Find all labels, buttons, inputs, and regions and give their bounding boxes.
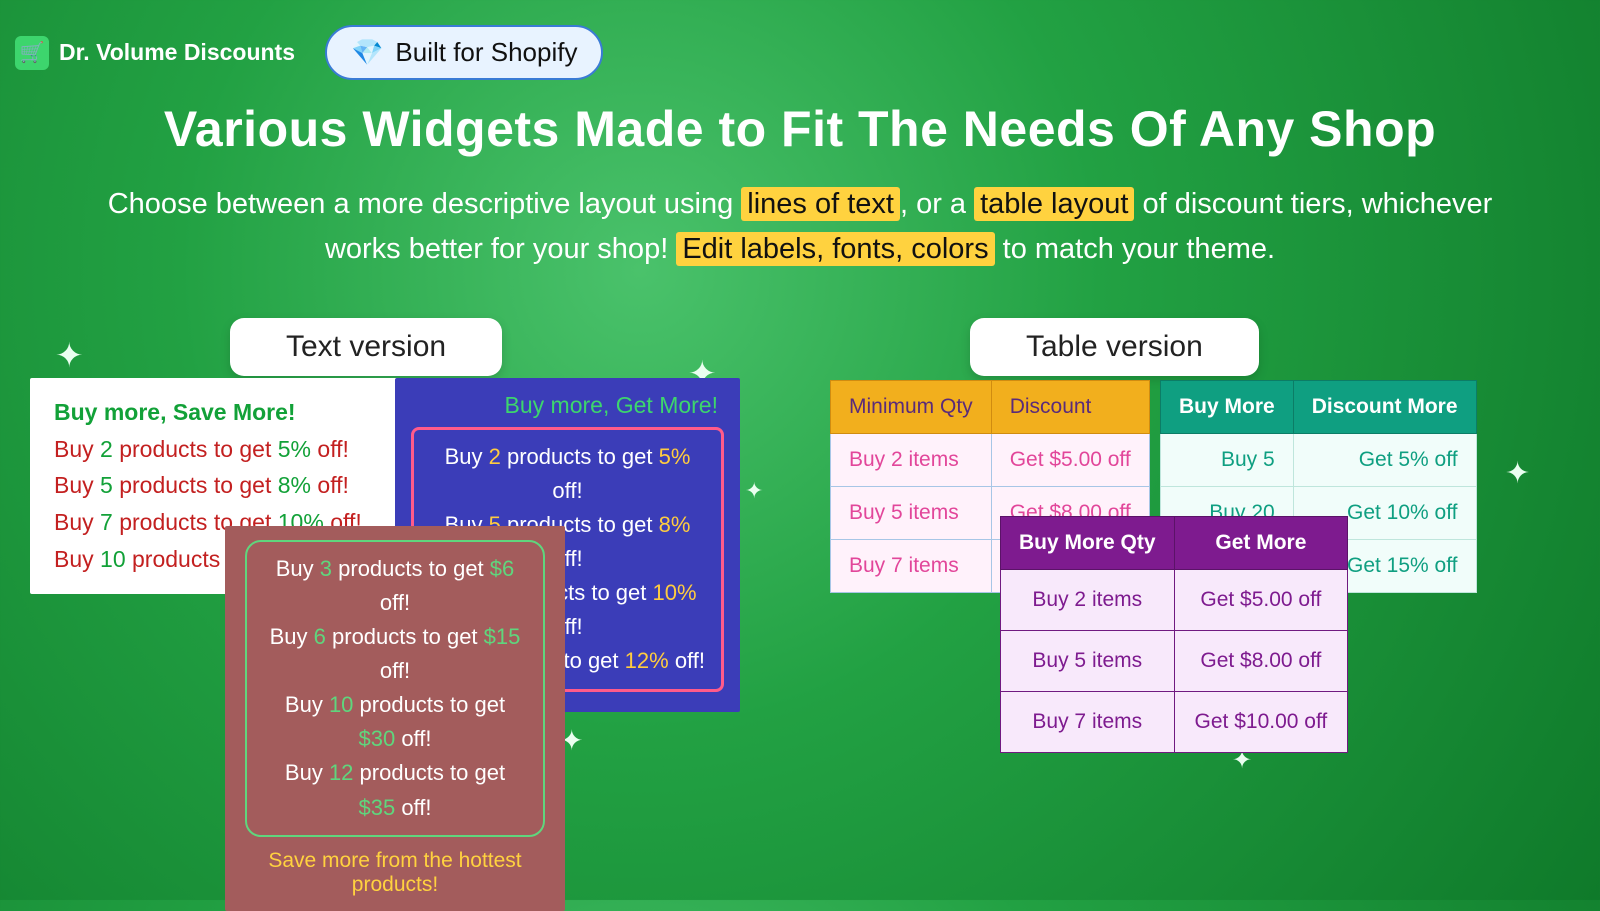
widgets-stage: Text version Table version ✦ ✦ ✦ ✦ ✦ ✦ B… [0,308,1600,868]
tier-row: Buy 3 products to get $6 off! [267,552,523,620]
table-row: Buy 5 itemsGet $8.00 off [1001,630,1348,691]
cart-icon: 🛒 [15,36,49,70]
widget-title: Buy more, Save More! [54,394,376,431]
hero-text: to match your theme. [995,233,1275,265]
highlight: lines of text [741,187,900,221]
text-widget-brown: Buy 3 products to get $6 off! Buy 6 prod… [225,526,565,911]
tier-row: Buy 2 products to get 5% off! [54,431,376,468]
brand-name: Dr. Volume Discounts [59,39,295,66]
badge-text: Built for Shopify [395,37,577,68]
hero-text: , or a [900,188,974,220]
tier-row: Buy 5 products to get 8% off! [54,467,376,504]
table-row: Buy 2 itemsGet $5.00 off [831,433,1150,486]
col-header: Get More [1174,516,1348,569]
tier-row: Buy 12 products to get $35 off! [267,756,523,824]
discount-table-purple: Buy More QtyGet More Buy 2 itemsGet $5.0… [1000,516,1348,753]
hero-subtitle: Choose between a more descriptive layout… [70,182,1530,272]
tier-row: Buy 6 products to get $15 off! [267,620,523,688]
table-version-label: Table version [970,318,1259,376]
col-header: Minimum Qty [831,380,992,433]
tier-row: Buy 10 products to get $30 off! [267,688,523,756]
brand-logo: 🛒 Dr. Volume Discounts [15,36,295,70]
table-row: Buy 7 itemsGet $10.00 off [1001,691,1348,752]
table-row: Buy 2 itemsGet $5.00 off [1001,569,1348,630]
hero-text: Choose between a more descriptive layout… [108,188,742,220]
col-header: Buy More [1161,380,1294,433]
col-header: Buy More Qty [1001,516,1175,569]
sparkle-icon: ✦ [1505,456,1530,491]
sparkle-icon: ✦ [55,336,84,376]
highlight: Edit labels, fonts, colors [676,232,994,266]
widget-footer: Save more from the hottest products! [245,849,545,897]
top-bar: 🛒 Dr. Volume Discounts 💎 Built for Shopi… [0,0,1600,80]
text-version-label: Text version [230,318,502,376]
hero: Various Widgets Made to Fit The Needs Of… [0,100,1600,272]
tier-row: Buy 2 products to get 5% off! [430,440,705,508]
built-for-shopify-badge: 💎 Built for Shopify [325,25,603,80]
col-header: Discount [991,380,1149,433]
col-header: Discount More [1293,380,1476,433]
tier-box: Buy 3 products to get $6 off! Buy 6 prod… [245,540,545,837]
highlight: table layout [974,187,1134,221]
table-row: Buy 5Get 5% off [1161,433,1477,486]
gem-icon: 💎 [351,37,383,68]
page-title: Various Widgets Made to Fit The Needs Of… [70,100,1530,158]
widget-title: Buy more, Get More! [411,390,724,427]
sparkle-icon: ✦ [745,478,763,504]
